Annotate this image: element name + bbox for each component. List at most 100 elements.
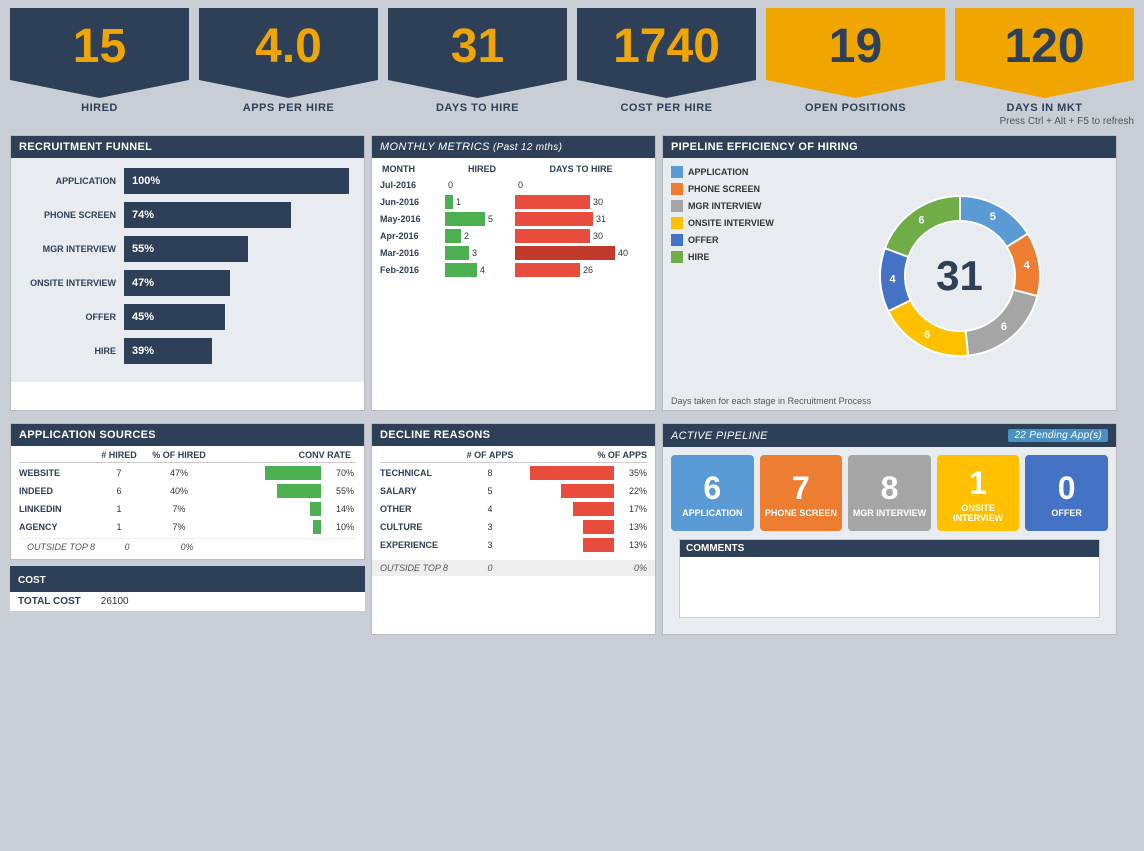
dec-col3-header: % OF APPS	[520, 450, 647, 460]
bottom-grid: APPLICATION SOURCES # HIRED % OF HIRED C…	[0, 423, 1144, 641]
comments-header: COMMENTS	[680, 540, 1099, 557]
kpi-cost-per-hire-banner: 1740	[577, 8, 756, 98]
active-pipeline-title: ACTIVE PIPELINE	[671, 430, 768, 442]
legend-item: PHONE SCREEN	[671, 183, 801, 195]
funnel-bar-text: 47%	[132, 277, 154, 289]
pipeline-card-label: ONSITE INTERVIEW	[941, 503, 1016, 523]
src-bar-wrap: 55%	[209, 484, 356, 498]
src-bar-val: 10%	[324, 522, 354, 532]
src-bar-wrap: 14%	[209, 502, 356, 516]
kpi-hired-banner: 15	[10, 8, 189, 98]
metrics-row: Mar-2016 3 40	[380, 246, 647, 260]
funnel-bar-text: 100%	[132, 175, 160, 187]
col-days-header: DAYS TO HIRE	[517, 164, 645, 174]
legend-swatch	[671, 166, 683, 178]
metrics-row: Jul-2016 0 0	[380, 178, 647, 192]
metrics-days-bar-wrap: 40	[515, 246, 647, 260]
src-bar-val: 55%	[324, 486, 354, 496]
cost-panel: COST TOTAL COST 26100	[10, 566, 365, 611]
src-hired: 1	[89, 504, 149, 514]
src-name: AGENCY	[19, 522, 89, 532]
sources-row: INDEED 6 40% 55%	[19, 484, 356, 498]
dec-name: EXPERIENCE	[380, 540, 460, 550]
metrics-hired-bar	[445, 263, 477, 277]
dec-bar-wrap: 13%	[520, 538, 647, 552]
dec-count: 4	[460, 504, 520, 514]
cost-row: TOTAL COST 26100	[10, 592, 365, 611]
legend-label: ONSITE INTERVIEW	[688, 218, 774, 228]
dec-bar	[573, 502, 614, 516]
funnel-bar-text: 74%	[132, 209, 154, 221]
dec-val: 22%	[617, 486, 647, 496]
cost-title: COST	[18, 575, 46, 586]
pipeline-card-label: APPLICATION	[682, 508, 742, 518]
legend-swatch	[671, 217, 683, 229]
funnel-bar-container: 74%	[124, 202, 349, 228]
dec-val: 35%	[617, 468, 647, 478]
dec-col2-header: # OF APPS	[460, 450, 520, 460]
kpi-open-positions-label: OPEN POSITIONS	[805, 102, 906, 114]
src-col2-header: # HIRED	[89, 450, 149, 460]
outside-top8-hired: 0	[97, 542, 157, 552]
app-sources-panel: APPLICATION SOURCES # HIRED % OF HIRED C…	[10, 423, 365, 560]
src-pct: 7%	[149, 522, 209, 532]
metrics-hired-val: 4	[480, 265, 485, 275]
active-pipeline-header: ACTIVE PIPELINE 22 Pending App(s)	[663, 424, 1116, 447]
funnel-row: APPLICATION 100%	[26, 168, 349, 194]
dec-name: OTHER	[380, 504, 460, 514]
metrics-days-bar	[515, 212, 593, 226]
comments-section: COMMENTS	[679, 539, 1100, 618]
outside-top8-pct: 0%	[157, 542, 217, 552]
funnel-bar: 74%	[124, 202, 291, 228]
decline-outside-pct: 0%	[520, 563, 647, 573]
kpi-apps-per-hire-label: APPS PER HIRE	[243, 102, 334, 114]
pipeline-card-value: 6	[703, 472, 721, 504]
app-sources-header: APPLICATION SOURCES	[11, 424, 364, 446]
legend-item: ONSITE INTERVIEW	[671, 217, 801, 229]
metrics-days-bar	[515, 229, 590, 243]
funnel-row: HIRE 39%	[26, 338, 349, 364]
metrics-days-val: 31	[596, 214, 606, 224]
decline-row: OTHER 4 17%	[380, 502, 647, 516]
funnel-row-label: HIRE	[26, 346, 116, 356]
metrics-days-val: 30	[593, 231, 603, 241]
funnel-row-label: ONSITE INTERVIEW	[26, 278, 116, 288]
funnel-bar-container: 47%	[124, 270, 349, 296]
dec-bar-wrap: 13%	[520, 520, 647, 534]
funnel-bar: 39%	[124, 338, 212, 364]
legend-label: OFFER	[688, 235, 719, 245]
metrics-days-val: 26	[583, 265, 593, 275]
legend-label: HIRE	[688, 252, 710, 262]
src-pct: 40%	[149, 486, 209, 496]
decline-row: SALARY 5 22%	[380, 484, 647, 498]
metrics-month: Jul-2016	[380, 180, 445, 190]
kpi-apps-per-hire-value: 4.0	[255, 23, 322, 71]
dec-count: 3	[460, 540, 520, 550]
metrics-days-bar	[515, 195, 590, 209]
src-bar-val: 14%	[324, 504, 354, 514]
decline-outside-label: OUTSIDE TOP 8	[380, 563, 460, 573]
pipeline-header: PIPELINE EFFICIENCY OF HIRING	[663, 136, 1116, 158]
cost-header: COST	[10, 566, 365, 592]
kpi-open-positions-value: 19	[829, 23, 882, 71]
src-hired: 1	[89, 522, 149, 532]
comments-wrap: COMMENTS	[663, 539, 1116, 634]
src-bar-wrap: 10%	[209, 520, 356, 534]
dec-bar	[561, 484, 614, 498]
metrics-hired-bar	[445, 229, 461, 243]
src-name: INDEED	[19, 486, 89, 496]
metrics-hired-val: 1	[456, 197, 461, 207]
funnel-row: OFFER 45%	[26, 304, 349, 330]
metrics-hired-bar	[445, 195, 453, 209]
metrics-row: Feb-2016 4 26	[380, 263, 647, 277]
metrics-hired-val: 2	[464, 231, 469, 241]
metrics-hired-bar	[445, 246, 469, 260]
monthly-subtitle: (Past 12 mths)	[493, 142, 562, 153]
legend-item: MGR INTERVIEW	[671, 200, 801, 212]
metrics-row: May-2016 5 31	[380, 212, 647, 226]
metrics-body: MONTH HIRED DAYS TO HIRE Jul-2016 0 0 Ju…	[372, 158, 655, 286]
dec-count: 8	[460, 468, 520, 478]
metrics-days-val: 40	[618, 248, 628, 258]
metrics-days-bar-wrap: 30	[515, 195, 647, 209]
decline-row: TECHNICAL 8 35%	[380, 466, 647, 480]
